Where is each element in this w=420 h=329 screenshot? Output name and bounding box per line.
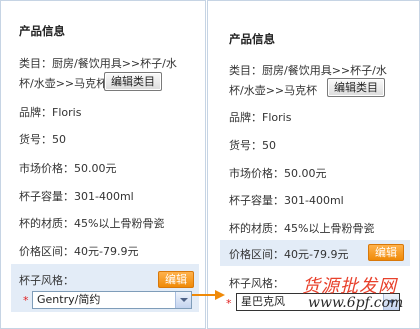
edit-style-button[interactable]: 编辑 [158, 271, 194, 288]
style-select-value: 星巴克风 [241, 295, 285, 308]
material-label: 杯的材质： [19, 217, 74, 230]
material-label: 杯的材质： [229, 222, 284, 235]
brand-row: 品牌：Floris [19, 104, 81, 120]
price-range-value: 40元-79.9元 [284, 248, 349, 261]
panel-title: 产品信息 [19, 24, 65, 38]
required-mark: * [23, 294, 29, 307]
market-price-row: 市场价格：50.00元 [19, 160, 117, 176]
brand-value: Floris [52, 106, 82, 119]
edit-category-button[interactable]: 编辑类目 [327, 78, 385, 97]
sku-label: 货号： [19, 133, 52, 146]
product-info-panel-left: 产品信息 类目：厨房/餐饮用具>>杯子/水 杯/水壶>>马克杯 编辑类目 品牌：… [0, 0, 206, 329]
chevron-down-icon[interactable] [175, 292, 191, 308]
market-price-label: 市场价格： [229, 167, 284, 180]
material-row: 杯的材质：45%以上骨粉骨瓷 [229, 220, 374, 236]
sku-value: 50 [262, 139, 276, 152]
style-label: 杯子风格： [229, 277, 284, 290]
style-select[interactable]: Gentry/简约 [32, 291, 192, 309]
brand-label: 品牌： [229, 111, 262, 124]
sku-value: 50 [52, 133, 66, 146]
price-range-row: 价格区间：40元-79.9元 [19, 243, 138, 259]
brand-row: 品牌：Floris [229, 109, 291, 125]
price-range-label: 价格区间： [229, 248, 284, 261]
material-row: 杯的材质：45%以上骨粉骨瓷 [19, 215, 164, 231]
capacity-row: 杯子容量：301-400ml [229, 192, 344, 208]
sku-row: 货号：50 [19, 131, 66, 147]
market-price-row: 市场价格：50.00元 [229, 165, 327, 181]
brand-value: Floris [262, 111, 292, 124]
price-range-label: 价格区间： [19, 245, 74, 258]
brand-label: 品牌： [19, 106, 52, 119]
capacity-label: 杯子容量： [229, 194, 284, 207]
category-line-2: 杯/水壶>>马克杯 [229, 84, 318, 97]
capacity-value: 301-400ml [74, 190, 134, 203]
capacity-label: 杯子容量： [19, 190, 74, 203]
price-range-row: 价格区间：40元-79.9元 [229, 246, 348, 262]
edit-category-button[interactable]: 编辑类目 [104, 72, 162, 91]
market-price-label: 市场价格： [19, 162, 74, 175]
category-line-1: 类目：厨房/餐饮用具>>杯子/水 [229, 64, 387, 77]
panel-title: 产品信息 [229, 32, 275, 46]
category-line-1: 类目：厨房/餐饮用具>>杯子/水 [19, 57, 177, 70]
arrow-right-icon [192, 290, 225, 300]
category-line-2: 杯/水壶>>马克杯 [19, 77, 108, 90]
price-range-value: 40元-79.9元 [74, 245, 139, 258]
capacity-row: 杯子容量：301-400ml [19, 188, 134, 204]
style-label: 杯子风格： [19, 274, 74, 287]
market-price-value: 50.00元 [284, 167, 327, 180]
style-select-value: Gentry/简约 [37, 293, 101, 306]
sku-label: 货号： [229, 139, 262, 152]
capacity-value: 301-400ml [284, 194, 344, 207]
material-value: 45%以上骨粉骨瓷 [284, 222, 375, 235]
material-value: 45%以上骨粉骨瓷 [74, 217, 165, 230]
sku-row: 货号：50 [229, 137, 276, 153]
watermark-url: www.6pf.com [308, 295, 404, 311]
market-price-value: 50.00元 [74, 162, 117, 175]
edit-price-button[interactable]: 编辑 [368, 244, 404, 261]
watermark: 货源批发网 www.6pf.com [302, 272, 420, 329]
